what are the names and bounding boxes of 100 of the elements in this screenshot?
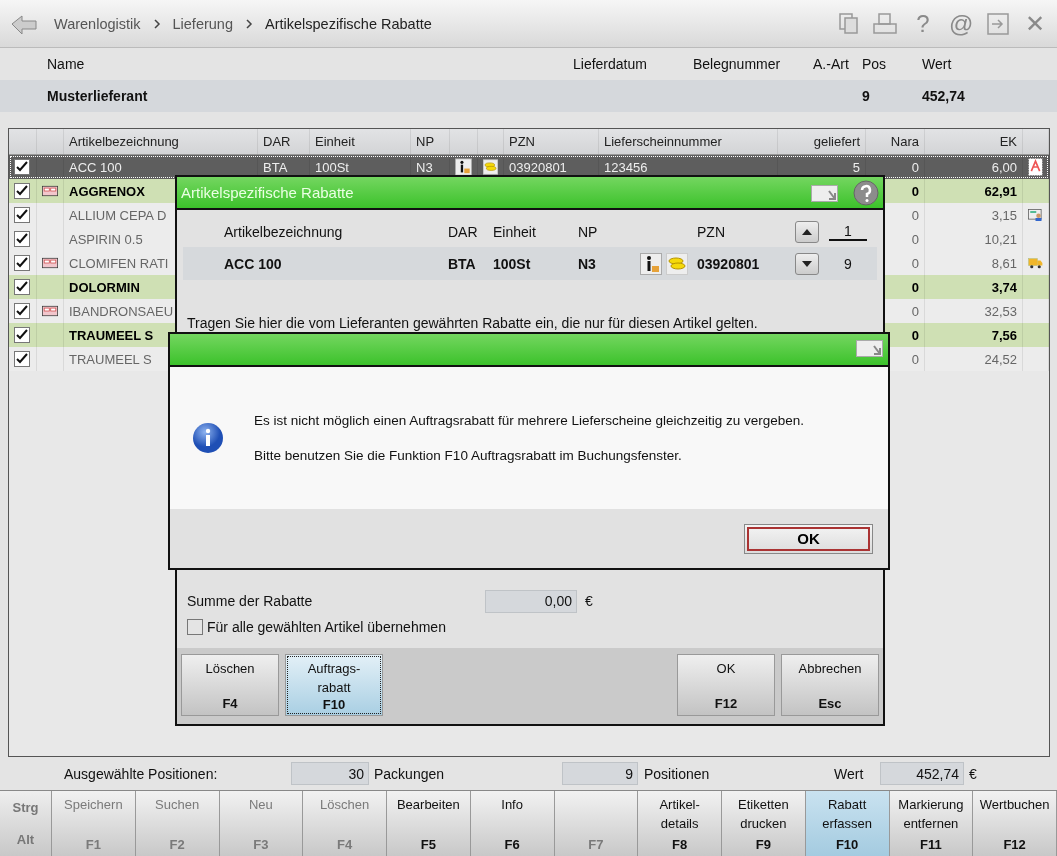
dialog-title: Artikelspezifische Rabatte	[181, 184, 354, 201]
positions-field: 9	[562, 762, 638, 785]
column-header: Artikelbezeichnung	[224, 224, 344, 240]
table-cell: TRAUMEEL S	[69, 327, 154, 343]
packages-field: 30	[291, 762, 369, 785]
function-key[interactable]: Markierung entfernen F11	[889, 791, 974, 856]
message-text: Es ist nicht möglich einen Auftragsrabatt für mehrere Lieferscheine gleichzeitig zu vergeben.	[254, 413, 805, 428]
breadcrumb-item[interactable]: Warenlogistik	[54, 15, 141, 32]
dialog-button[interactable]: OK F12	[677, 654, 775, 716]
column-header: DAR	[448, 224, 479, 240]
table-cell: 0	[911, 327, 919, 343]
coins-icon	[666, 252, 688, 275]
table-cell: 62,91	[984, 183, 1017, 199]
function-key[interactable]: Wertbuchen F12	[973, 791, 1057, 856]
table-cell: 5	[852, 159, 860, 175]
column-header[interactable]: PZN	[509, 134, 535, 149]
label: Wert	[834, 765, 865, 782]
label: €	[585, 593, 593, 609]
down-button[interactable]	[795, 252, 819, 275]
up-button[interactable]	[795, 221, 819, 243]
column-header: PZN	[697, 224, 726, 240]
column-header[interactable]: DAR	[263, 134, 291, 149]
table-cell-text: 9	[862, 88, 871, 104]
table-cell-text: Musterlieferant	[47, 88, 149, 104]
breadcrumb-item[interactable]: Lieferung	[172, 15, 233, 32]
help-icon[interactable]	[853, 179, 879, 206]
supplier-row[interactable]: Musterlieferant 9 452,74	[0, 80, 1057, 112]
table-cell-text: N3	[578, 255, 597, 272]
column-header: NP	[578, 224, 599, 240]
function-key[interactable]: Info F6	[470, 791, 555, 856]
table-cell-text: 03920801	[697, 255, 761, 272]
column-header[interactable]: Nara	[890, 134, 919, 149]
column-header: Name	[47, 56, 86, 72]
back-icon[interactable]	[10, 12, 40, 35]
column-header[interactable]: Einheit	[315, 134, 355, 149]
column-header: Belegnummer	[693, 56, 782, 72]
column-header[interactable]: Artikelbezeichnung	[69, 134, 179, 149]
table-cell: TRAUMEEL S	[69, 351, 152, 367]
function-key[interactable]: Artikel- details F8	[638, 791, 722, 856]
checkbox[interactable]	[14, 279, 30, 295]
restore-icon[interactable]	[856, 338, 884, 358]
function-key[interactable]: Bearbeiten F5	[387, 791, 471, 856]
column-header[interactable]: geliefert	[813, 134, 860, 149]
column-header: A.-Art	[813, 56, 850, 72]
checkbox[interactable]	[14, 351, 30, 367]
table-cell: 10,21	[984, 231, 1017, 247]
description-text: Tragen Sie hier die vom Lieferanten gewährten Rabatte ein, die nur für diesen Artikel gelten.	[187, 315, 759, 331]
table-cell: BTA	[263, 159, 288, 175]
pharmacy-icon	[1028, 156, 1043, 178]
checkbox[interactable]	[14, 255, 30, 271]
chevron-icon	[152, 18, 161, 29]
checkbox[interactable]	[14, 327, 30, 343]
table-cell: 100St	[315, 159, 349, 175]
up-arrow-icon	[801, 228, 813, 236]
down-arrow-icon	[801, 259, 813, 268]
info-icon	[640, 252, 662, 275]
function-key[interactable]: Rabatt erfassen F10	[805, 791, 890, 856]
card-icon	[42, 256, 58, 270]
dialog-button[interactable]: Abbrechen Esc	[781, 654, 879, 716]
ok-button[interactable]: OK	[744, 523, 873, 554]
modifier-label: Alt	[16, 832, 35, 848]
dialog-button[interactable]: Löschen F4	[181, 654, 279, 716]
table-cell-text: 100St	[493, 255, 532, 272]
page-number: 1	[843, 223, 853, 239]
table-cell: 6,00	[991, 159, 1017, 175]
card-icon	[42, 184, 58, 198]
table-cell: 0	[911, 279, 919, 295]
table-cell: 0	[911, 351, 919, 367]
card-icon	[42, 304, 58, 318]
column-header[interactable]: EK	[999, 134, 1017, 149]
table-cell: ALLIUM CEPA D	[69, 207, 167, 223]
checkbox[interactable]	[187, 619, 203, 635]
label: €	[969, 765, 977, 782]
table-cell: 7,56	[991, 327, 1017, 343]
column-header: Lieferdatum	[573, 56, 648, 72]
table-cell: 32,53	[984, 303, 1017, 319]
checkbox[interactable]	[14, 303, 30, 319]
column-header: Pos	[862, 56, 888, 72]
table-cell: N3	[416, 159, 433, 175]
table-cell: 3,15	[991, 207, 1017, 223]
table-cell: 0	[911, 183, 919, 199]
function-key[interactable]: Etiketten drucken F9	[722, 791, 806, 856]
table-cell: 123456	[604, 159, 648, 175]
column-header[interactable]: NP	[416, 134, 435, 149]
column-header: Einheit	[493, 224, 537, 240]
customer-card-icon	[1028, 206, 1043, 224]
restore-icon[interactable]	[811, 182, 839, 203]
checkbox[interactable]	[14, 231, 30, 247]
column-header[interactable]: Lieferscheinnummer	[604, 134, 722, 149]
label: Ausgewählte Positionen:	[64, 765, 219, 782]
checkbox[interactable]	[14, 207, 30, 223]
table-cell: IBANDRONSAEU	[69, 303, 174, 319]
table-cell: ACC 100	[69, 159, 122, 175]
info-icon	[192, 422, 224, 454]
dialog-button[interactable]: Auftrags- rabatt F10	[285, 654, 383, 716]
table-cell: 03920801	[509, 159, 567, 175]
table-cell: 0	[911, 159, 919, 175]
checkbox[interactable]	[14, 159, 30, 175]
checkbox[interactable]	[14, 183, 30, 199]
table-cell-text: BTA	[448, 255, 477, 272]
